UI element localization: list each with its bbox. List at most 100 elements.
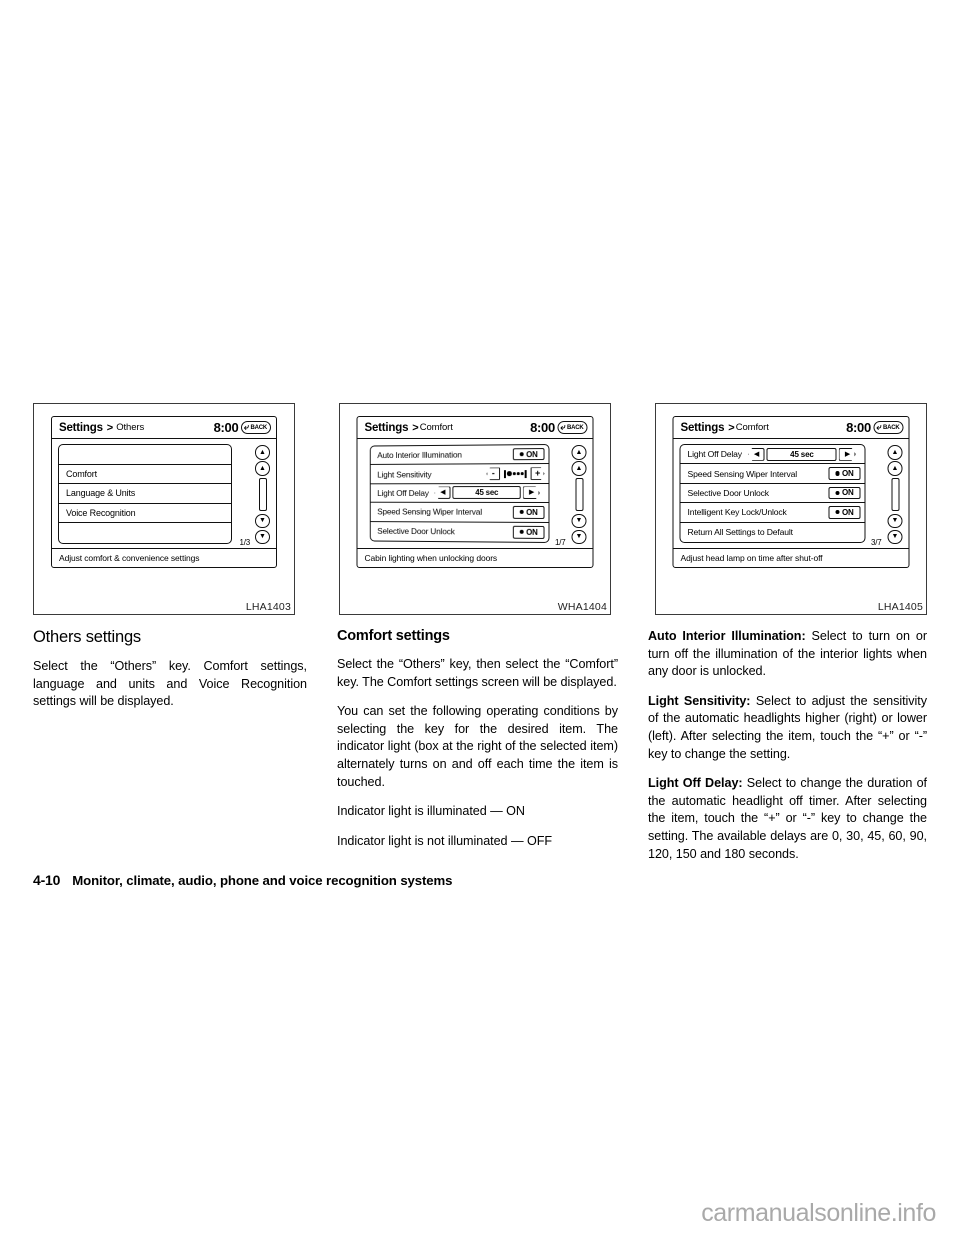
list-item-speed-sensing-wiper-interval[interactable]: Speed Sensing Wiper Interval ON xyxy=(680,464,865,484)
scroll-down-icon[interactable]: ▼ xyxy=(255,513,270,528)
list-item-comfort[interactable]: Comfort xyxy=(59,465,231,485)
list-item-auto-interior-illumination[interactable]: Auto Interior Illumination ON xyxy=(370,445,549,466)
indicator-dot-icon xyxy=(835,490,840,496)
paragraph: Indicator light is not illuminated — OFF xyxy=(337,833,552,848)
head-unit-screen-1: Settings > Others 8:00 ⤷ BACK Comfort La… xyxy=(51,416,277,568)
scroll-bottom-icon[interactable]: ▼ xyxy=(255,529,270,544)
column-others-settings: Others settings Select the “Others” key.… xyxy=(33,628,307,863)
status-badge-on[interactable]: ON xyxy=(828,486,861,500)
list-item-light-off-delay[interactable]: Light Off Delay ◀ 45 sec ▶ xyxy=(680,445,865,465)
column-setting-descriptions: Auto Interior Illumination: Select to tu… xyxy=(648,628,927,863)
scroll-track[interactable] xyxy=(575,478,583,511)
list-item-label: Selective Door Unlock xyxy=(377,526,455,537)
scroll-bottom-icon[interactable]: ▼ xyxy=(571,529,587,544)
back-arrow-icon: ⤷ xyxy=(876,422,882,432)
list-item-label: Light Off Delay xyxy=(687,449,743,460)
status-text: Adjust head lamp on time after shut-off xyxy=(680,553,823,563)
clock: 8:00 xyxy=(213,420,239,435)
list-item[interactable] xyxy=(59,523,231,543)
level-end-bar-icon xyxy=(524,469,527,478)
scroll-top-icon[interactable]: ▲ xyxy=(255,445,270,460)
arrow-left-icon[interactable]: ◀ xyxy=(435,487,451,500)
scroll-down-icon[interactable]: ▼ xyxy=(571,513,587,528)
breadcrumb-separator-icon: > xyxy=(412,421,419,434)
back-button[interactable]: ⤷ BACK xyxy=(873,421,904,434)
list-item-label: Auto Interior Illumination xyxy=(377,449,462,461)
figure-row: Settings > Others 8:00 ⤷ BACK Comfort La… xyxy=(33,403,927,615)
list-item-light-sensitivity[interactable]: Light Sensitivity - + xyxy=(370,464,549,485)
list-item[interactable] xyxy=(59,445,231,465)
breadcrumb-separator-icon: > xyxy=(106,421,114,434)
scrollbar-1[interactable]: ▲ ▲ ▼ ▼ xyxy=(254,445,271,544)
body-columns: Others settings Select the “Others” key.… xyxy=(33,628,927,863)
level-dot-icon xyxy=(520,472,524,475)
arrow-left-icon[interactable]: ◀ xyxy=(747,447,765,461)
list-item-label: Intelligent Key Lock/Unlock xyxy=(687,507,787,518)
scroll-up-icon[interactable]: ▲ xyxy=(255,461,270,476)
list-item-selective-door-unlock[interactable]: Selective Door Unlock ON xyxy=(680,484,865,504)
back-button[interactable]: ⤷ BACK xyxy=(241,421,271,434)
scroll-track[interactable] xyxy=(258,478,267,511)
breadcrumb-separator-icon: > xyxy=(728,421,735,434)
scrollbar-3[interactable]: ▲ ▲ ▼ ▼ xyxy=(887,445,904,544)
scroll-up-icon[interactable]: ▲ xyxy=(571,461,587,476)
back-button-label: BACK xyxy=(566,424,584,431)
scroll-top-icon[interactable]: ▲ xyxy=(571,445,587,460)
screen-header-3: Settings > Comfort 8:00 ⤷ BACK xyxy=(673,417,909,439)
figure-lha1403: Settings > Others 8:00 ⤷ BACK Comfort La… xyxy=(33,403,295,615)
status-badge-label: ON xyxy=(526,527,538,537)
screen-status-bar-1: Adjust comfort & convenience settings xyxy=(52,548,276,567)
scroll-track[interactable] xyxy=(891,478,899,511)
delay-spinner[interactable]: ◀ 45 sec ▶ xyxy=(747,447,856,461)
back-button-label: BACK xyxy=(250,424,267,431)
figure-caption: WHA1404 xyxy=(557,601,607,613)
list-item-language-units[interactable]: Language & Units xyxy=(59,484,231,504)
footer-section-title: Monitor, climate, audio, phone and voice… xyxy=(72,873,453,888)
figure-caption: LHA1403 xyxy=(245,601,291,613)
status-badge-on[interactable]: ON xyxy=(512,506,545,519)
scroll-bottom-icon[interactable]: ▼ xyxy=(887,529,903,544)
list-item-label: Return All Settings to Default xyxy=(687,527,794,538)
arrow-right-icon[interactable]: ▶ xyxy=(838,447,856,461)
delay-spinner[interactable]: ◀ 45 sec ▶ xyxy=(435,486,540,499)
page-number: 4-10 xyxy=(33,872,61,888)
term-label: Light Off Delay: xyxy=(648,776,743,791)
status-badge-on[interactable]: ON xyxy=(512,525,545,539)
back-button[interactable]: ⤷ BACK xyxy=(557,421,588,434)
list-item-return-all-settings-to-default[interactable]: Return All Settings to Default xyxy=(681,523,865,542)
back-arrow-icon: ⤷ xyxy=(560,422,566,432)
screen-status-bar-3: Adjust head lamp on time after shut-off xyxy=(673,548,909,567)
indicator-dot-icon xyxy=(519,510,524,515)
scrollbar-2[interactable]: ▲ ▲ ▼ ▼ xyxy=(571,445,588,544)
indicator-dot-icon xyxy=(835,471,840,476)
scroll-down-icon[interactable]: ▼ xyxy=(887,513,903,528)
list-item-intelligent-key-lock-unlock[interactable]: Intelligent Key Lock/Unlock ON xyxy=(680,503,865,523)
arrow-right-icon[interactable]: ▶ xyxy=(523,486,540,499)
column-comfort-settings: Comfort settings Select the “Others” key… xyxy=(337,628,618,863)
page-indicator: 1/7 xyxy=(554,538,566,547)
list-item-voice-recognition[interactable]: Voice Recognition xyxy=(59,504,231,524)
status-badge-label: ON xyxy=(841,507,854,517)
head-unit-screen-3: Settings > Comfort 8:00 ⤷ BACK Light Off… xyxy=(672,416,910,568)
settings-list-2: Auto Interior Illumination ON Light Sens… xyxy=(369,444,550,543)
status-badge-on[interactable]: ON xyxy=(512,447,545,461)
scroll-up-icon[interactable]: ▲ xyxy=(887,461,903,476)
sensitivity-stepper[interactable]: - + xyxy=(486,467,544,480)
list-item-light-off-delay[interactable]: Light Off Delay ◀ 45 sec ▶ xyxy=(370,483,549,504)
settings-list-1: Comfort Language & Units Voice Recogniti… xyxy=(58,444,232,544)
list-item-selective-door-unlock[interactable]: Selective Door Unlock ON xyxy=(371,522,549,542)
list-item-label: Speed Sensing Wiper Interval xyxy=(377,506,482,518)
page-indicator: 1/3 xyxy=(239,538,250,547)
list-item-speed-sensing-wiper-interval[interactable]: Speed Sensing Wiper Interval ON xyxy=(370,502,549,523)
status-badge-on[interactable]: ON xyxy=(828,467,861,480)
clock: 8:00 xyxy=(530,420,555,435)
status-badge-label: ON xyxy=(841,469,854,479)
section-heading-others-settings: Others settings xyxy=(33,628,141,646)
delay-value: 45 sec xyxy=(452,486,522,500)
status-badge-on[interactable]: ON xyxy=(828,506,861,519)
increase-button[interactable]: + xyxy=(531,467,545,480)
list-item-label: Selective Door Unlock xyxy=(687,487,770,498)
breadcrumb-root: Settings xyxy=(680,421,725,434)
decrease-button[interactable]: - xyxy=(486,468,500,480)
scroll-top-icon[interactable]: ▲ xyxy=(887,445,903,460)
